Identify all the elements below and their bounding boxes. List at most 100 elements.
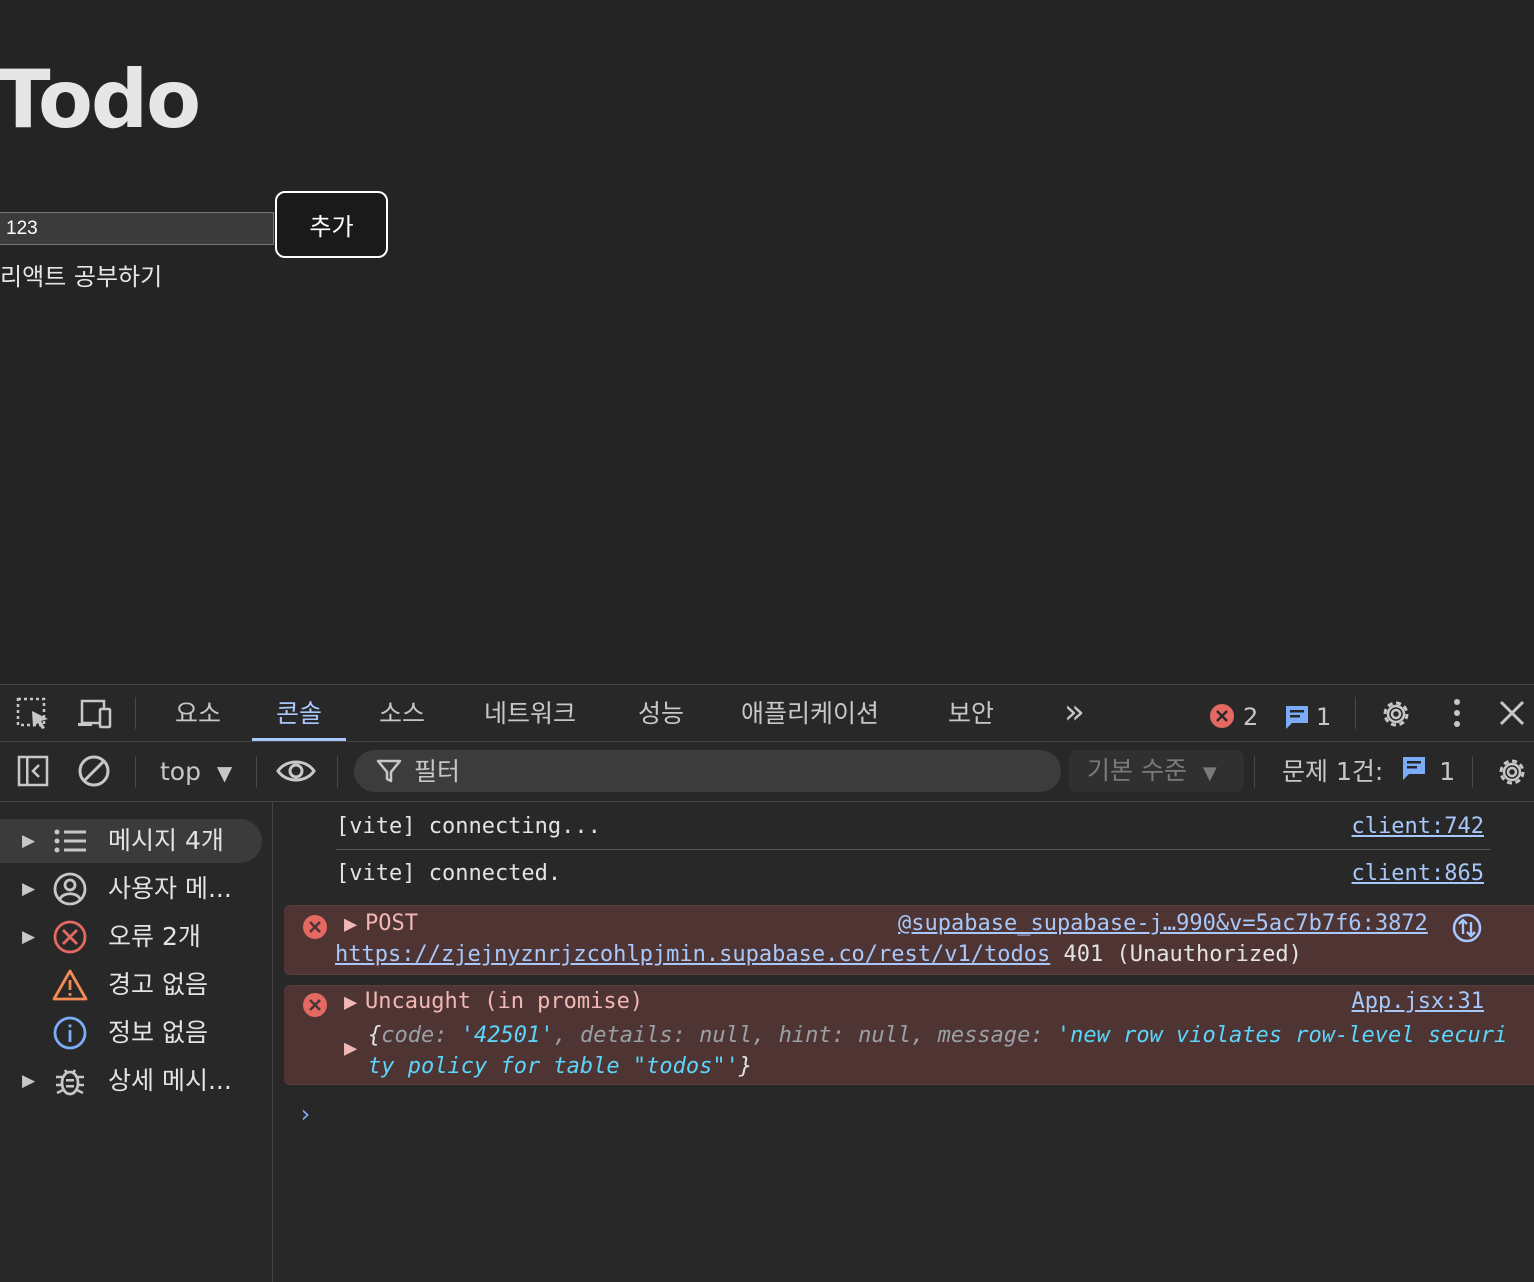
sidebar-item-label: 메시지 4개 [108,826,224,855]
tab-application[interactable]: 애플리케이션 [717,695,903,741]
more-options-icon[interactable] [1448,697,1466,735]
toolbar-separator [135,697,136,729]
error-detail: https://zjejnyznrjzcohlpjmin.supabase.co… [335,942,1302,967]
expand-arrow-icon[interactable]: ▶ [344,1036,357,1061]
expand-arrow-icon[interactable]: ▶ [22,819,35,863]
console-message-text: [vite] connecting... [336,814,601,839]
toolbar-separator [1254,756,1255,788]
console-sidebar: ▶ 메시지 4개 ▶ 사용자 메... ▶ 오류 2개 경고 없음 정보 없음 … [0,802,273,1282]
devtools-tabbar: 요소 콘솔 소스 네트워크 성능 애플리케이션 보안 » 2 1 [0,685,1534,742]
network-request-icon[interactable] [1452,913,1482,949]
error-icon [302,992,328,1024]
obj-colon: : [1030,1023,1057,1048]
tab-security[interactable]: 보안 [924,695,1018,741]
context-select-value: top [160,757,201,786]
inspect-element-icon[interactable] [16,697,52,735]
filter-box[interactable] [354,750,1061,792]
expand-arrow-icon[interactable]: ▶ [22,915,35,959]
message-count-icon[interactable] [1284,704,1310,734]
sidebar-item-info[interactable]: 정보 없음 [0,1011,262,1055]
tab-console[interactable]: 콘솔 [252,695,347,741]
obj-colon: : [434,1023,461,1048]
obj-colon: : [672,1023,700,1048]
error-status: 401 (Unauthorized) [1063,942,1302,967]
log-level-value: 기본 수준 [1087,756,1187,785]
console-message: [vite] connected. client:865 [336,861,1490,897]
error-object[interactable]: {code: '42501', details: null, hint: nul… [368,1020,1507,1082]
error-head: Uncaught (in promise) [365,989,644,1014]
log-level-select[interactable]: 기본 수준 ▼ [1069,750,1244,792]
page-content: Todo 추가 리액트 공부하기 [0,0,1534,684]
obj-value: 'new row violates row-level securi [1056,1023,1508,1048]
error-icon [302,914,328,946]
obj-brace: } [738,1054,753,1079]
sidebar-item-label: 경고 없음 [108,970,208,999]
warning-icon [52,968,88,1002]
toolbar-separator [135,756,136,788]
tab-sources[interactable]: 소스 [355,695,449,741]
obj-value: null [858,1023,912,1048]
expand-arrow-icon[interactable]: ▶ [344,912,357,937]
toolbar-separator [337,756,338,788]
issues-label: 문제 1건: [1282,757,1384,786]
sidebar-item-user-messages[interactable]: ▶ 사용자 메... [0,867,262,911]
sidebar-item-label: 정보 없음 [108,1018,208,1047]
console-error-uncaught: ▶ Uncaught (in promise) App.jsx:31 ▶ {co… [284,985,1534,1085]
devtools-panel: 요소 콘솔 소스 네트워크 성능 애플리케이션 보안 » 2 1 top ▼ 필… [0,684,1534,1282]
console-source-link[interactable]: client:742 [1352,814,1484,839]
clear-console-icon[interactable] [77,754,111,792]
obj-comma: , [553,1023,580,1048]
context-select[interactable]: top ▼ [148,754,244,790]
filter-icon [376,758,402,788]
issues-link[interactable]: 문제 1건: 1 [1282,754,1455,791]
obj-comma: , [752,1023,779,1048]
close-icon[interactable] [1498,699,1526,731]
sidebar-item-label: 상세 메시... [108,1066,232,1095]
obj-key: hint [778,1023,832,1048]
tab-elements[interactable]: 요소 [151,695,245,741]
console-output[interactable]: [vite] connecting... client:742 [vite] c… [274,802,1534,1282]
sidebar-item-label: 사용자 메... [108,874,232,903]
todo-item: 리액트 공부하기 [0,263,163,291]
console-source-link[interactable]: @supabase_supabase-j…990&v=5ac7b7f6:3872 [898,911,1428,936]
toolbar-separator [1472,756,1473,788]
console-source-link[interactable]: client:865 [1352,861,1484,886]
page-title: Todo [0,53,201,146]
user-icon [52,872,88,906]
console-message-text: [vite] connected. [336,861,562,886]
obj-brace: { [368,1023,382,1048]
expand-arrow-icon[interactable]: ▶ [22,1059,35,1103]
settings-gear-icon[interactable] [1378,696,1414,736]
obj-colon: : [831,1023,859,1048]
sidebar-item-label: 오류 2개 [108,922,201,951]
request-url-link[interactable]: https://zjejnyznrjzcohlpjmin.supabase.co… [335,942,1050,967]
todo-input[interactable] [0,212,274,245]
sidebar-toggle-icon[interactable] [17,755,49,791]
list-icon [52,824,88,858]
sidebar-item-verbose[interactable]: ▶ 상세 메시... [0,1059,262,1103]
toolbar-separator [256,756,257,788]
tab-performance[interactable]: 성능 [614,695,708,741]
sidebar-item-messages[interactable]: ▶ 메시지 4개 [0,819,262,863]
chevron-down-icon: ▼ [1202,763,1217,784]
obj-value-continued: ty policy for table "todos"' [368,1054,739,1079]
live-expression-eye-icon[interactable] [276,756,316,790]
error-count-icon[interactable] [1209,703,1235,733]
expand-arrow-icon[interactable]: ▶ [22,867,35,911]
error-count[interactable]: 2 [1243,701,1258,733]
console-settings-gear-icon[interactable] [1494,754,1530,794]
tab-network[interactable]: 네트워크 [460,695,600,741]
obj-key: code [381,1023,435,1048]
sidebar-item-errors[interactable]: ▶ 오류 2개 [0,915,262,959]
obj-key: details [579,1023,673,1048]
expand-arrow-icon[interactable]: ▶ [344,990,357,1015]
issues-count: 1 [1439,757,1456,786]
message-count[interactable]: 1 [1316,701,1331,733]
sidebar-item-warnings[interactable]: 경고 없음 [0,963,262,1007]
device-toolbar-icon[interactable] [76,697,114,735]
add-button[interactable]: 추가 [275,191,388,258]
console-prompt-chevron-icon[interactable]: › [298,1100,312,1128]
filter-input[interactable] [414,750,1034,792]
more-tabs-icon[interactable]: » [1064,691,1085,733]
console-source-link[interactable]: App.jsx:31 [1352,989,1484,1014]
